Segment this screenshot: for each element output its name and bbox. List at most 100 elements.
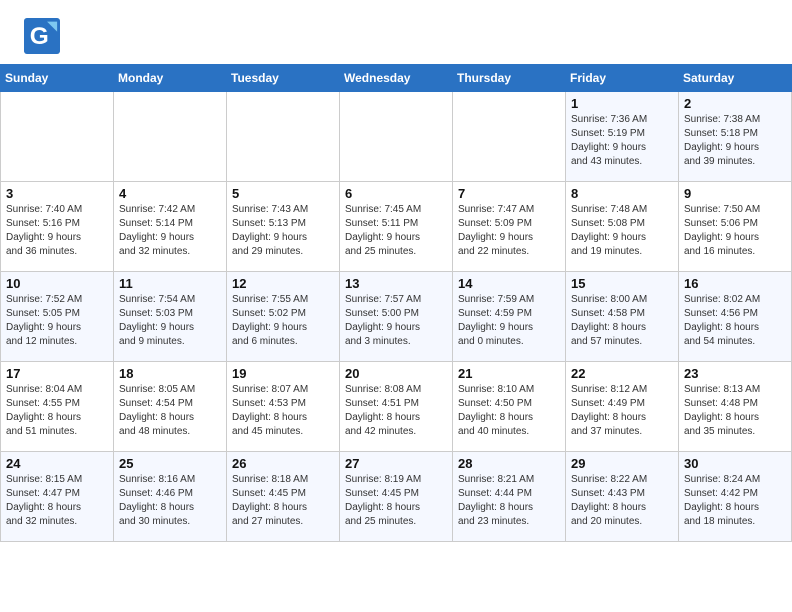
day-info: Sunrise: 8:10 AM Sunset: 4:50 PM Dayligh… xyxy=(458,383,560,439)
calendar-week-1: 1 Sunrise: 7:36 AM Sunset: 5:19 PM Daylig… xyxy=(1,92,792,182)
calendar-cell: 10Sunrise: 7:52 AM Sunset: 5:05 PM Dayli… xyxy=(1,272,114,362)
day-number: 28 xyxy=(458,456,560,471)
calendar-cell: 11 Sunrise: 7:54 AM Sunset: 5:03 PM Dayli… xyxy=(114,272,227,362)
calendar-week-3: 10Sunrise: 7:52 AM Sunset: 5:05 PM Dayli… xyxy=(1,272,792,362)
day-info: Sunrise: 8:19 AM Sunset: 4:45 PM Dayligh… xyxy=(345,473,447,529)
day-number: 23 xyxy=(684,366,786,381)
day-info: Sunrise: 8:21 AM Sunset: 4:44 PM Dayligh… xyxy=(458,473,560,529)
calendar-cell xyxy=(453,92,566,182)
day-info: Sunrise: 8:16 AM Sunset: 4:46 PM Dayligh… xyxy=(119,473,221,529)
day-info: Sunrise: 7:45 AM Sunset: 5:11 PM Dayligh… xyxy=(345,203,447,259)
page-header: G xyxy=(0,0,792,64)
calendar-cell: 23 Sunrise: 8:13 AM Sunset: 4:48 PM Dayli… xyxy=(679,362,792,452)
day-number: 16 xyxy=(684,276,786,291)
calendar-cell: 7 Sunrise: 7:47 AM Sunset: 5:09 PM Daylig… xyxy=(453,182,566,272)
calendar-week-4: 17 Sunrise: 8:04 AM Sunset: 4:55 PM Dayli… xyxy=(1,362,792,452)
calendar-cell: 29 Sunrise: 8:22 AM Sunset: 4:43 PM Dayli… xyxy=(566,452,679,542)
calendar-cell: 20Sunrise: 8:08 AM Sunset: 4:51 PM Dayli… xyxy=(340,362,453,452)
svg-text:G: G xyxy=(30,23,49,50)
day-number: 7 xyxy=(458,186,560,201)
calendar-cell: 16 Sunrise: 8:02 AM Sunset: 4:56 PM Dayli… xyxy=(679,272,792,362)
day-info: Sunrise: 8:07 AM Sunset: 4:53 PM Dayligh… xyxy=(232,383,334,439)
day-number: 18 xyxy=(119,366,221,381)
day-number: 22 xyxy=(571,366,673,381)
calendar-cell: 17 Sunrise: 8:04 AM Sunset: 4:55 PM Dayli… xyxy=(1,362,114,452)
calendar-cell: 3 Sunrise: 7:40 AM Sunset: 5:16 PM Daylig… xyxy=(1,182,114,272)
logo-icon: G xyxy=(24,18,60,54)
day-number: 19 xyxy=(232,366,334,381)
calendar-body: 1 Sunrise: 7:36 AM Sunset: 5:19 PM Daylig… xyxy=(1,92,792,542)
day-number: 8 xyxy=(571,186,673,201)
day-info: Sunrise: 7:59 AM Sunset: 4:59 PM Dayligh… xyxy=(458,293,560,349)
day-number: 17 xyxy=(6,366,108,381)
calendar-week-5: 24 Sunrise: 8:15 AM Sunset: 4:47 PM Dayli… xyxy=(1,452,792,542)
day-info: Sunrise: 7:55 AM Sunset: 5:02 PM Dayligh… xyxy=(232,293,334,349)
weekday-header-row: SundayMondayTuesdayWednesdayThursdayFrid… xyxy=(1,65,792,92)
calendar-cell: 5Sunrise: 7:43 AM Sunset: 5:13 PM Daylig… xyxy=(227,182,340,272)
weekday-monday: Monday xyxy=(114,65,227,92)
day-info: Sunrise: 7:38 AM Sunset: 5:18 PM Dayligh… xyxy=(684,113,786,169)
calendar-cell: 8Sunrise: 7:48 AM Sunset: 5:08 PM Daylig… xyxy=(566,182,679,272)
day-info: Sunrise: 8:18 AM Sunset: 4:45 PM Dayligh… xyxy=(232,473,334,529)
day-number: 14 xyxy=(458,276,560,291)
day-number: 5 xyxy=(232,186,334,201)
day-info: Sunrise: 7:40 AM Sunset: 5:16 PM Dayligh… xyxy=(6,203,108,259)
calendar-cell: 1 Sunrise: 7:36 AM Sunset: 5:19 PM Daylig… xyxy=(566,92,679,182)
weekday-saturday: Saturday xyxy=(679,65,792,92)
calendar-cell: 30 Sunrise: 8:24 AM Sunset: 4:42 PM Dayli… xyxy=(679,452,792,542)
day-info: Sunrise: 7:47 AM Sunset: 5:09 PM Dayligh… xyxy=(458,203,560,259)
weekday-sunday: Sunday xyxy=(1,65,114,92)
day-number: 10 xyxy=(6,276,108,291)
calendar-header: SundayMondayTuesdayWednesdayThursdayFrid… xyxy=(1,65,792,92)
day-info: Sunrise: 8:04 AM Sunset: 4:55 PM Dayligh… xyxy=(6,383,108,439)
calendar-cell: 18 Sunrise: 8:05 AM Sunset: 4:54 PM Dayli… xyxy=(114,362,227,452)
day-number: 1 xyxy=(571,96,673,111)
calendar-cell: 6Sunrise: 7:45 AM Sunset: 5:11 PM Daylig… xyxy=(340,182,453,272)
calendar-cell xyxy=(227,92,340,182)
day-info: Sunrise: 8:02 AM Sunset: 4:56 PM Dayligh… xyxy=(684,293,786,349)
day-info: Sunrise: 7:36 AM Sunset: 5:19 PM Dayligh… xyxy=(571,113,673,169)
calendar-cell: 12 Sunrise: 7:55 AM Sunset: 5:02 PM Dayli… xyxy=(227,272,340,362)
weekday-thursday: Thursday xyxy=(453,65,566,92)
calendar-cell: 2 Sunrise: 7:38 AM Sunset: 5:18 PM Daylig… xyxy=(679,92,792,182)
day-info: Sunrise: 8:13 AM Sunset: 4:48 PM Dayligh… xyxy=(684,383,786,439)
day-number: 12 xyxy=(232,276,334,291)
day-number: 4 xyxy=(119,186,221,201)
calendar-cell: 15 Sunrise: 8:00 AM Sunset: 4:58 PM Dayli… xyxy=(566,272,679,362)
day-info: Sunrise: 8:12 AM Sunset: 4:49 PM Dayligh… xyxy=(571,383,673,439)
day-number: 15 xyxy=(571,276,673,291)
calendar-cell: 21Sunrise: 8:10 AM Sunset: 4:50 PM Dayli… xyxy=(453,362,566,452)
calendar-cell: 13Sunrise: 7:57 AM Sunset: 5:00 PM Dayli… xyxy=(340,272,453,362)
day-info: Sunrise: 7:42 AM Sunset: 5:14 PM Dayligh… xyxy=(119,203,221,259)
day-number: 3 xyxy=(6,186,108,201)
calendar-cell: 27Sunrise: 8:19 AM Sunset: 4:45 PM Dayli… xyxy=(340,452,453,542)
day-info: Sunrise: 8:08 AM Sunset: 4:51 PM Dayligh… xyxy=(345,383,447,439)
calendar-cell: 9Sunrise: 7:50 AM Sunset: 5:06 PM Daylig… xyxy=(679,182,792,272)
day-number: 9 xyxy=(684,186,786,201)
day-info: Sunrise: 8:00 AM Sunset: 4:58 PM Dayligh… xyxy=(571,293,673,349)
calendar-cell: 24 Sunrise: 8:15 AM Sunset: 4:47 PM Dayli… xyxy=(1,452,114,542)
day-info: Sunrise: 8:22 AM Sunset: 4:43 PM Dayligh… xyxy=(571,473,673,529)
day-number: 30 xyxy=(684,456,786,471)
calendar-cell: 26 Sunrise: 8:18 AM Sunset: 4:45 PM Dayli… xyxy=(227,452,340,542)
day-info: Sunrise: 8:15 AM Sunset: 4:47 PM Dayligh… xyxy=(6,473,108,529)
calendar-cell: 4 Sunrise: 7:42 AM Sunset: 5:14 PM Daylig… xyxy=(114,182,227,272)
weekday-friday: Friday xyxy=(566,65,679,92)
calendar-week-2: 3 Sunrise: 7:40 AM Sunset: 5:16 PM Daylig… xyxy=(1,182,792,272)
weekday-tuesday: Tuesday xyxy=(227,65,340,92)
day-info: Sunrise: 7:54 AM Sunset: 5:03 PM Dayligh… xyxy=(119,293,221,349)
calendar-cell: 22 Sunrise: 8:12 AM Sunset: 4:49 PM Dayli… xyxy=(566,362,679,452)
day-number: 2 xyxy=(684,96,786,111)
calendar-cell xyxy=(114,92,227,182)
logo: G xyxy=(24,18,66,54)
day-number: 13 xyxy=(345,276,447,291)
calendar-cell: 19 Sunrise: 8:07 AM Sunset: 4:53 PM Dayli… xyxy=(227,362,340,452)
calendar-cell: 25 Sunrise: 8:16 AM Sunset: 4:46 PM Dayli… xyxy=(114,452,227,542)
day-number: 25 xyxy=(119,456,221,471)
day-number: 26 xyxy=(232,456,334,471)
day-number: 11 xyxy=(119,276,221,291)
day-info: Sunrise: 8:05 AM Sunset: 4:54 PM Dayligh… xyxy=(119,383,221,439)
day-info: Sunrise: 8:24 AM Sunset: 4:42 PM Dayligh… xyxy=(684,473,786,529)
day-number: 29 xyxy=(571,456,673,471)
day-number: 24 xyxy=(6,456,108,471)
